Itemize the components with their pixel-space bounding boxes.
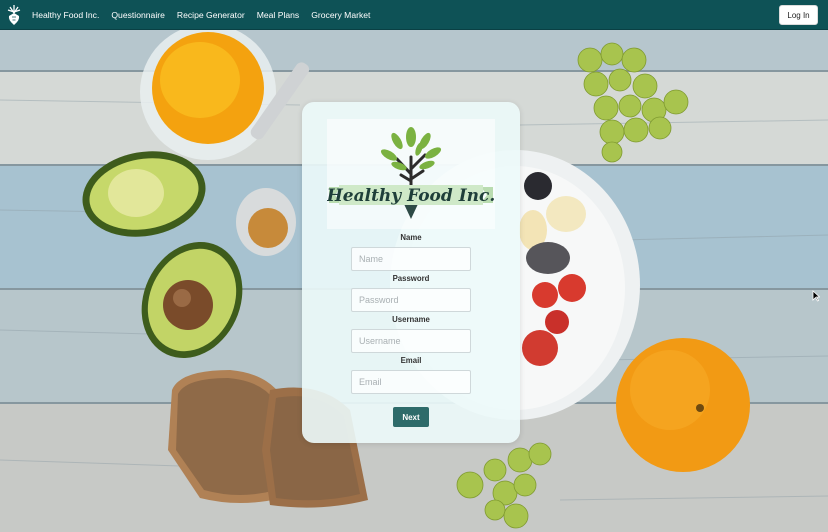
name-label: Name [400, 233, 422, 242]
next-button[interactable]: Next [393, 407, 429, 427]
login-button[interactable]: Log In [779, 5, 818, 25]
password-input[interactable] [351, 288, 471, 312]
top-navbar: Healthy Food Inc. Questionnaire Recipe G… [0, 0, 828, 30]
nav-brand-link[interactable]: Healthy Food Inc. [32, 10, 99, 20]
mouse-cursor-icon [812, 290, 820, 302]
signup-form-card: Healthy Food Inc. Name Password Username… [302, 102, 520, 443]
email-input[interactable] [351, 370, 471, 394]
password-label: Password [392, 274, 430, 283]
username-label: Username [392, 315, 430, 324]
name-input[interactable] [351, 247, 471, 271]
nav-link-grocery-market[interactable]: Grocery Market [311, 10, 370, 20]
logo-text: Healthy Food Inc. [327, 186, 495, 206]
email-label: Email [400, 356, 422, 365]
nav-link-recipe-generator[interactable]: Recipe Generator [177, 10, 245, 20]
healthy-food-logo: Healthy Food Inc. [326, 119, 495, 229]
nav-link-meal-plans[interactable]: Meal Plans [257, 10, 300, 20]
carrot-logo-icon[interactable] [6, 4, 22, 26]
username-input[interactable] [351, 329, 471, 353]
nav-link-questionnaire[interactable]: Questionnaire [111, 10, 165, 20]
